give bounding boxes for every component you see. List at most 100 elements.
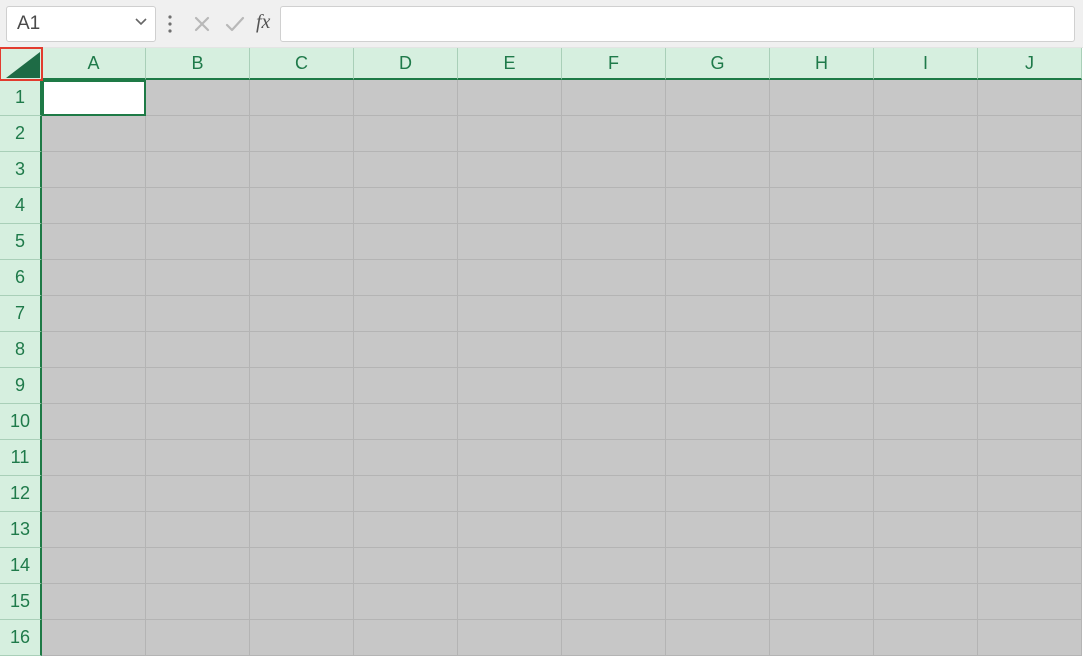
cell[interactable] — [770, 296, 874, 332]
cell[interactable] — [250, 224, 354, 260]
cell[interactable] — [146, 188, 250, 224]
cell[interactable] — [978, 224, 1082, 260]
cell[interactable] — [770, 548, 874, 584]
cell[interactable] — [770, 224, 874, 260]
cell[interactable] — [458, 116, 562, 152]
cell[interactable] — [874, 620, 978, 656]
cell[interactable] — [874, 80, 978, 116]
row-header[interactable]: 12 — [0, 476, 42, 512]
cell[interactable] — [874, 296, 978, 332]
cell[interactable] — [978, 440, 1082, 476]
cell[interactable] — [458, 476, 562, 512]
cell[interactable] — [562, 368, 666, 404]
cell[interactable] — [146, 476, 250, 512]
row-header[interactable]: 16 — [0, 620, 42, 656]
cell-A1[interactable] — [42, 80, 146, 116]
cell[interactable] — [562, 404, 666, 440]
cell[interactable] — [874, 476, 978, 512]
name-box[interactable]: A1 — [6, 6, 156, 42]
cell[interactable] — [770, 152, 874, 188]
column-header[interactable]: B — [146, 48, 250, 80]
cell[interactable] — [874, 440, 978, 476]
cell[interactable] — [770, 512, 874, 548]
cell[interactable] — [562, 260, 666, 296]
cell[interactable] — [146, 404, 250, 440]
cell[interactable] — [874, 512, 978, 548]
cell[interactable] — [250, 584, 354, 620]
cell[interactable] — [458, 620, 562, 656]
row-header[interactable]: 6 — [0, 260, 42, 296]
cell[interactable] — [250, 260, 354, 296]
row-header[interactable]: 10 — [0, 404, 42, 440]
cell[interactable] — [250, 80, 354, 116]
cell[interactable] — [42, 512, 146, 548]
cell[interactable] — [354, 332, 458, 368]
cell[interactable] — [146, 584, 250, 620]
cell[interactable] — [770, 584, 874, 620]
cell[interactable] — [666, 404, 770, 440]
cell[interactable] — [874, 548, 978, 584]
cell[interactable] — [770, 332, 874, 368]
cell[interactable] — [458, 296, 562, 332]
cell[interactable] — [562, 476, 666, 512]
confirm-icon[interactable] — [218, 8, 252, 40]
cell[interactable] — [250, 296, 354, 332]
cell[interactable] — [978, 404, 1082, 440]
cell[interactable] — [146, 440, 250, 476]
cell[interactable] — [458, 512, 562, 548]
cell[interactable] — [354, 584, 458, 620]
cell[interactable] — [978, 260, 1082, 296]
cell[interactable] — [978, 620, 1082, 656]
cell[interactable] — [42, 152, 146, 188]
cell[interactable] — [562, 80, 666, 116]
cell[interactable] — [874, 260, 978, 296]
cell[interactable] — [146, 368, 250, 404]
cell[interactable] — [562, 512, 666, 548]
cell[interactable] — [42, 296, 146, 332]
cell[interactable] — [354, 404, 458, 440]
cell[interactable] — [250, 548, 354, 584]
cell[interactable] — [562, 224, 666, 260]
cell[interactable] — [354, 368, 458, 404]
cell[interactable] — [146, 224, 250, 260]
cell[interactable] — [250, 332, 354, 368]
column-header[interactable]: I — [874, 48, 978, 80]
cell[interactable] — [42, 404, 146, 440]
cell[interactable] — [770, 260, 874, 296]
cell[interactable] — [666, 620, 770, 656]
cell[interactable] — [978, 368, 1082, 404]
cell[interactable] — [770, 368, 874, 404]
row-header[interactable]: 15 — [0, 584, 42, 620]
row-header[interactable]: 1 — [0, 80, 42, 116]
cell[interactable] — [354, 188, 458, 224]
cell[interactable] — [666, 296, 770, 332]
cell[interactable] — [42, 368, 146, 404]
cell[interactable] — [146, 332, 250, 368]
cell[interactable] — [354, 152, 458, 188]
cell[interactable] — [458, 548, 562, 584]
cell[interactable] — [42, 116, 146, 152]
column-header[interactable]: F — [562, 48, 666, 80]
row-header[interactable]: 4 — [0, 188, 42, 224]
cell[interactable] — [146, 620, 250, 656]
cell[interactable] — [146, 296, 250, 332]
cell[interactable] — [666, 188, 770, 224]
cell[interactable] — [250, 440, 354, 476]
cell[interactable] — [874, 224, 978, 260]
cell[interactable] — [874, 152, 978, 188]
cell[interactable] — [458, 188, 562, 224]
cell[interactable] — [42, 584, 146, 620]
cell[interactable] — [666, 512, 770, 548]
cell[interactable] — [458, 584, 562, 620]
cell[interactable] — [458, 80, 562, 116]
cell[interactable] — [770, 440, 874, 476]
cell[interactable] — [666, 332, 770, 368]
row-header[interactable]: 2 — [0, 116, 42, 152]
cell[interactable] — [42, 332, 146, 368]
row-header[interactable]: 8 — [0, 332, 42, 368]
cell[interactable] — [770, 404, 874, 440]
cell[interactable] — [666, 440, 770, 476]
cell[interactable] — [770, 80, 874, 116]
cell[interactable] — [562, 548, 666, 584]
cell[interactable] — [978, 548, 1082, 584]
